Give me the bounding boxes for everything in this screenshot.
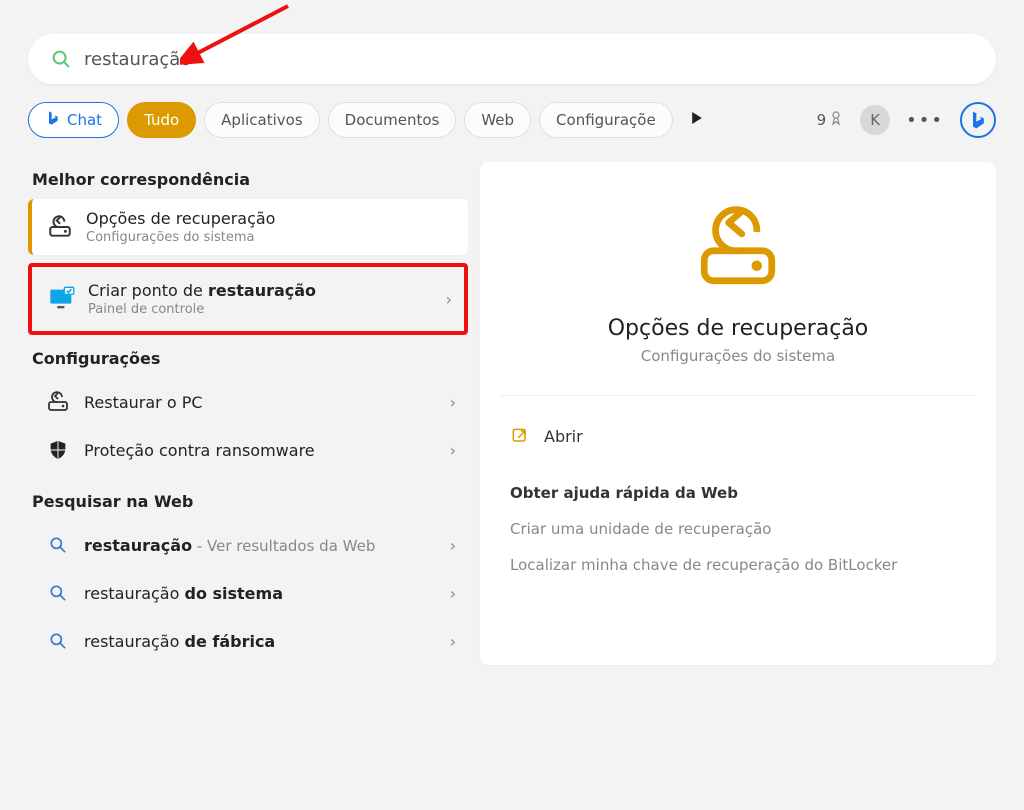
help-link-bitlocker-key[interactable]: Localizar minha chave de recuperação do … <box>510 556 966 574</box>
search-icon <box>50 48 72 70</box>
open-icon <box>510 426 530 446</box>
divider <box>500 395 976 396</box>
tab-documents[interactable]: Documentos <box>328 102 457 138</box>
chevron-right-icon: › <box>450 632 456 651</box>
rewards-icon <box>830 109 848 131</box>
search-icon <box>44 579 72 607</box>
result-web-restauracao-fabrica[interactable]: restauração de fábrica › <box>28 617 468 665</box>
monitor-icon <box>48 285 76 313</box>
chevron-right-icon: › <box>450 536 456 555</box>
preview-panel: Opções de recuperação Configurações do s… <box>480 162 996 665</box>
tab-apps[interactable]: Aplicativos <box>204 102 319 138</box>
result-title: restauração - Ver resultados da Web <box>84 536 450 555</box>
result-title: restauração do sistema <box>84 584 450 603</box>
result-web-restauracao[interactable]: restauração - Ver resultados da Web › <box>28 521 468 569</box>
recovery-icon <box>46 213 74 241</box>
bing-icon <box>45 110 61 130</box>
search-bar[interactable] <box>28 34 996 84</box>
scroll-tabs-right-icon[interactable] <box>685 106 709 134</box>
web-help-heading: Obter ajuda rápida da Web <box>510 484 966 502</box>
chevron-right-icon: › <box>450 584 456 603</box>
search-icon <box>44 531 72 559</box>
preview-subtitle: Configurações do sistema <box>510 347 966 365</box>
reset-pc-icon <box>44 388 72 416</box>
search-icon <box>44 627 72 655</box>
bing-chat-button[interactable] <box>960 102 996 138</box>
result-title: Criar ponto de restauração <box>88 281 446 300</box>
more-options-icon[interactable]: ••• <box>902 110 948 131</box>
tab-chat[interactable]: Chat <box>28 102 119 138</box>
open-label: Abrir <box>544 427 583 446</box>
help-link-recovery-drive[interactable]: Criar uma unidade de recuperação <box>510 520 966 538</box>
result-title: restauração de fábrica <box>84 632 450 651</box>
tab-settings[interactable]: Configuraçõe <box>539 102 673 138</box>
open-action[interactable]: Abrir <box>510 416 966 456</box>
search-input[interactable] <box>84 49 974 70</box>
tab-all[interactable]: Tudo <box>127 102 196 138</box>
shield-icon <box>44 436 72 464</box>
result-web-restauracao-sistema[interactable]: restauração do sistema › <box>28 569 468 617</box>
result-title: Proteção contra ransomware <box>84 441 450 460</box>
highlighted-annotation-box: Criar ponto de restauração Painel de con… <box>28 263 468 335</box>
preview-recovery-icon <box>510 202 966 292</box>
result-title: Restaurar o PC <box>84 393 450 412</box>
result-recovery-options[interactable]: Opções de recuperação Configurações do s… <box>28 199 468 255</box>
chevron-right-icon: › <box>446 290 452 309</box>
result-reset-pc[interactable]: Restaurar o PC › <box>28 378 468 426</box>
best-match-heading: Melhor correspondência <box>32 170 468 189</box>
result-subtitle: Painel de controle <box>88 302 446 317</box>
chevron-right-icon: › <box>450 441 456 460</box>
result-title: Opções de recuperação <box>86 209 456 228</box>
result-ransomware-protection[interactable]: Proteção contra ransomware › <box>28 426 468 474</box>
result-create-restore-point[interactable]: Criar ponto de restauração Painel de con… <box>32 271 464 327</box>
preview-title: Opções de recuperação <box>510 316 966 341</box>
settings-heading: Configurações <box>32 349 468 368</box>
result-subtitle: Configurações do sistema <box>86 230 456 245</box>
chevron-right-icon: › <box>450 393 456 412</box>
user-avatar[interactable]: K <box>860 105 890 135</box>
rewards-points[interactable]: 9 <box>817 109 849 131</box>
web-search-heading: Pesquisar na Web <box>32 492 468 511</box>
tab-web[interactable]: Web <box>464 102 531 138</box>
